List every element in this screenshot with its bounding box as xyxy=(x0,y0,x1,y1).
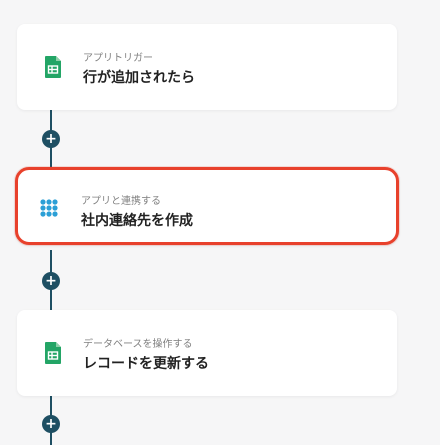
step-title: レコードを更新する xyxy=(83,356,209,372)
step-subtitle: アプリと連携する xyxy=(81,196,161,207)
google-sheets-icon xyxy=(41,341,65,365)
flow-step-card-selected[interactable]: アプリと連携する 社内連絡先を作成 xyxy=(15,167,399,245)
step-title: 社内連絡先を作成 xyxy=(81,213,193,229)
step-title: 行が追加されたら xyxy=(83,70,195,86)
step-subtitle: データベースを操作する xyxy=(83,339,193,350)
add-step-button[interactable]: + xyxy=(42,272,60,290)
google-sheets-icon xyxy=(41,55,65,79)
step-subtitle: アプリトリガー xyxy=(83,53,153,64)
add-step-button[interactable]: + xyxy=(42,415,60,433)
flow-step-card[interactable]: データベースを操作する レコードを更新する xyxy=(17,310,397,396)
flow-step-card[interactable]: アプリトリガー 行が追加されたら xyxy=(17,24,397,110)
app-grid-icon xyxy=(39,198,63,222)
add-step-button[interactable]: + xyxy=(42,130,60,148)
